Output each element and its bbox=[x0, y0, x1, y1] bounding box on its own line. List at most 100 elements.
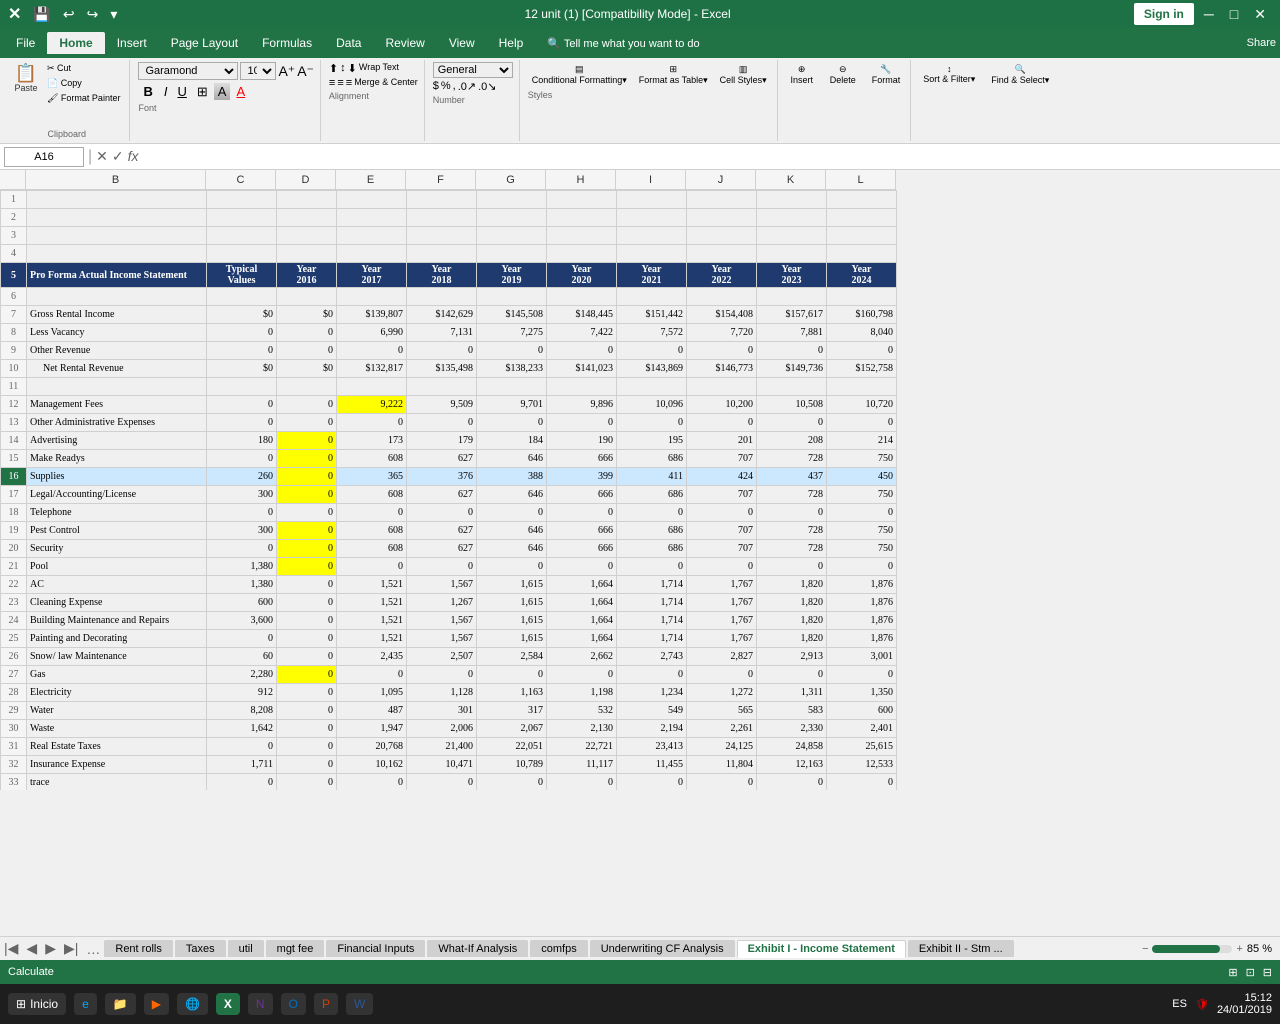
save-quick-btn[interactable]: 💾 bbox=[29, 4, 54, 25]
taskbar-powerpoint-btn[interactable]: P bbox=[314, 993, 338, 1015]
taskbar-chrome-btn[interactable]: 🌐 bbox=[177, 993, 208, 1015]
tab-review[interactable]: Review bbox=[373, 32, 436, 54]
restore-btn[interactable]: □ bbox=[1224, 6, 1244, 22]
delete-cells-btn[interactable]: ⊖ Delete bbox=[826, 62, 860, 139]
view-layout-btn[interactable]: ⊡ bbox=[1246, 966, 1255, 979]
tab-file[interactable]: File bbox=[4, 32, 47, 54]
sheet-tab-financial-inputs[interactable]: Financial Inputs bbox=[326, 940, 425, 957]
cancel-formula-icon[interactable]: ✕ bbox=[96, 148, 108, 165]
conditional-formatting-btn[interactable]: ▤ Conditional Formatting▾ bbox=[528, 62, 631, 88]
redo-quick-btn[interactable]: ↪ bbox=[83, 4, 103, 25]
number-format-select[interactable]: General bbox=[433, 62, 513, 78]
sign-in-button[interactable]: Sign in bbox=[1134, 3, 1194, 25]
spreadsheet-area: B C D E F G H I J K L bbox=[0, 170, 1280, 936]
sheet-tab-exhibit1[interactable]: Exhibit I - Income Statement bbox=[737, 940, 906, 958]
confirm-formula-icon[interactable]: ✓ bbox=[112, 148, 124, 165]
fill-color-button[interactable]: A bbox=[214, 83, 231, 100]
excel-taskbar-icon: X bbox=[224, 997, 232, 1011]
paste-button[interactable]: 📋 Paste bbox=[10, 62, 42, 95]
dec-decrease-btn[interactable]: .0↘ bbox=[478, 80, 496, 93]
zoom-slider[interactable] bbox=[1152, 945, 1232, 953]
undo-quick-btn[interactable]: ↩ bbox=[59, 4, 79, 25]
sheet-tab-util[interactable]: util bbox=[228, 940, 264, 957]
tab-home[interactable]: Home bbox=[47, 32, 104, 54]
start-button[interactable]: ⊞ Inicio bbox=[8, 993, 66, 1015]
table-row: 20 Security 00608627646666686707728750 bbox=[1, 540, 897, 558]
font-grow-btn[interactable]: A⁺ bbox=[278, 63, 295, 80]
zoom-out-btn[interactable]: − bbox=[1142, 943, 1148, 955]
align-center-btn[interactable]: ≡ bbox=[337, 77, 343, 89]
table-scroll-area[interactable]: 1 2 3 4 5 Pro Forma Actual Income Statem… bbox=[0, 190, 1280, 790]
taskbar-ie-btn[interactable]: e bbox=[74, 993, 97, 1015]
ppt-icon: P bbox=[322, 997, 330, 1011]
cell-reference-box[interactable] bbox=[4, 147, 84, 167]
copy-button[interactable]: 📄 Copy bbox=[44, 77, 123, 90]
spreadsheet-table: 1 2 3 4 5 Pro Forma Actual Income Statem… bbox=[0, 190, 897, 790]
taskbar-folder-btn[interactable]: 📁 bbox=[105, 993, 136, 1015]
align-right-btn[interactable]: ≡ bbox=[346, 77, 352, 89]
sheet-tab-mgt-fee[interactable]: mgt fee bbox=[266, 940, 325, 957]
formula-input[interactable] bbox=[143, 147, 1276, 167]
format-as-table-btn[interactable]: ⊞ Format as Table▾ bbox=[635, 62, 712, 88]
cell-styles-btn[interactable]: ▥ Cell Styles▾ bbox=[716, 62, 771, 88]
wrap-text-btn[interactable]: Wrap Text bbox=[359, 62, 399, 75]
taskbar-outlook-btn[interactable]: O bbox=[281, 993, 306, 1015]
border-button[interactable]: ⊞ bbox=[193, 83, 212, 101]
taskbar-media-btn[interactable]: ▶ bbox=[144, 993, 169, 1015]
taskbar-word-btn[interactable]: W bbox=[346, 993, 373, 1015]
close-btn[interactable]: ✕ bbox=[1248, 6, 1272, 23]
customize-quick-btn[interactable]: ▾ bbox=[106, 4, 121, 25]
tab-view[interactable]: View bbox=[437, 32, 487, 54]
dec-increase-btn[interactable]: .0↗ bbox=[458, 80, 476, 93]
align-top-btn[interactable]: ⬆ bbox=[329, 62, 338, 75]
comma-btn[interactable]: , bbox=[453, 80, 456, 93]
italic-button[interactable]: I bbox=[160, 83, 172, 100]
font-name-select[interactable]: Garamond bbox=[138, 62, 238, 80]
merge-center-btn[interactable]: Merge & Center bbox=[354, 77, 418, 89]
sheet-tab-rent-rolls[interactable]: Rent rolls bbox=[104, 940, 172, 957]
font-color-button[interactable]: A bbox=[232, 83, 249, 100]
find-select-btn[interactable]: 🔍 Find & Select▾ bbox=[987, 62, 1053, 139]
percent-btn[interactable]: % bbox=[441, 80, 451, 93]
bold-button[interactable]: B bbox=[138, 82, 157, 101]
sheet-tab-exhibit2[interactable]: Exhibit II - Stm ... bbox=[908, 940, 1014, 957]
sheet-tab-whatif[interactable]: What-If Analysis bbox=[427, 940, 528, 957]
zoom-in-btn[interactable]: + bbox=[1236, 943, 1242, 955]
sheet-tab-taxes[interactable]: Taxes bbox=[175, 940, 226, 957]
tab-help[interactable]: Help bbox=[487, 32, 536, 54]
format-cells-btn[interactable]: 🔧 Format bbox=[868, 62, 905, 139]
sort-filter-btn[interactable]: ↕ Sort & Filter▾ bbox=[919, 62, 979, 139]
underline-button[interactable]: U bbox=[173, 83, 190, 100]
cut-button[interactable]: ✂ Cut bbox=[44, 62, 123, 75]
view-normal-btn[interactable]: ⊞ bbox=[1228, 966, 1237, 979]
minimize-btn[interactable]: ─ bbox=[1198, 6, 1220, 22]
tab-page-layout[interactable]: Page Layout bbox=[159, 32, 250, 54]
sheet-nav-prev[interactable]: ◀ bbox=[22, 940, 41, 957]
font-size-select[interactable]: 10 bbox=[240, 62, 276, 80]
language-indicator: ES bbox=[1172, 998, 1187, 1010]
sheet-nav-first[interactable]: |◀ bbox=[0, 940, 22, 957]
tab-search[interactable]: 🔍 Tell me what you want to do bbox=[535, 33, 711, 54]
tab-insert[interactable]: Insert bbox=[105, 32, 159, 54]
folder-icon: 📁 bbox=[113, 997, 128, 1011]
taskbar-onenote-btn[interactable]: N bbox=[248, 993, 273, 1015]
align-left-btn[interactable]: ≡ bbox=[329, 77, 335, 89]
tab-data[interactable]: Data bbox=[324, 32, 373, 54]
currency-btn[interactable]: $ bbox=[433, 80, 439, 93]
align-middle-btn[interactable]: ↕ bbox=[340, 62, 346, 75]
tab-formulas[interactable]: Formulas bbox=[250, 32, 324, 54]
view-page-btn[interactable]: ⊟ bbox=[1263, 966, 1272, 979]
sheet-add-btn[interactable]: … bbox=[82, 941, 104, 957]
insert-cells-btn[interactable]: ⊕ Insert bbox=[786, 62, 818, 139]
format-painter-button[interactable]: 🖌 Format Painter bbox=[44, 92, 123, 105]
taskbar-excel-btn[interactable]: X bbox=[216, 993, 240, 1015]
font-shrink-btn[interactable]: A⁻ bbox=[297, 63, 314, 80]
sheet-nav-next[interactable]: ▶ bbox=[41, 940, 60, 957]
insert-function-icon[interactable]: fx bbox=[128, 148, 139, 165]
align-bottom-btn[interactable]: ⬇ bbox=[348, 62, 357, 75]
sheet-tab-comfps[interactable]: comfps bbox=[530, 940, 587, 957]
table-row: 6 bbox=[1, 288, 897, 306]
sheet-nav-last[interactable]: ▶| bbox=[60, 940, 82, 957]
align-row1: ⬆ ↕ ⬇ Wrap Text bbox=[329, 62, 418, 75]
sheet-tab-underwriting[interactable]: Underwriting CF Analysis bbox=[590, 940, 735, 957]
